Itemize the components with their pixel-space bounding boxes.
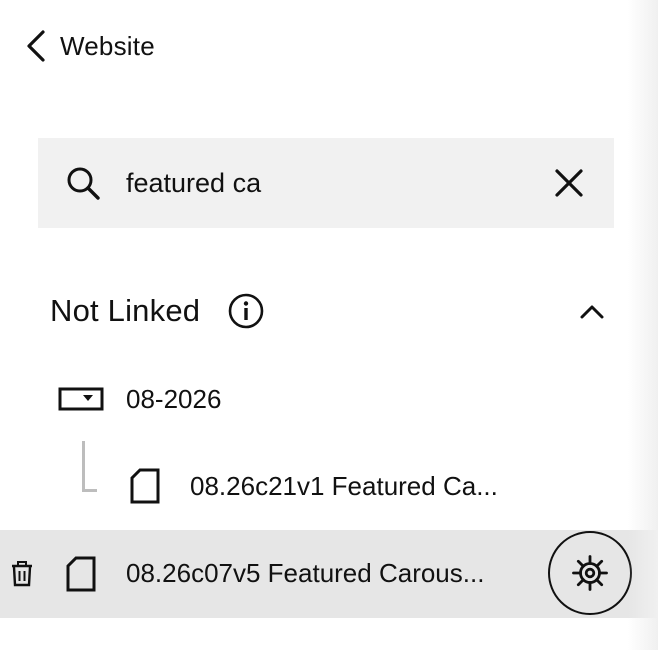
- section-title: Not Linked: [50, 293, 201, 328]
- selected-page-label: 08.26c07v5 Featured Carous...: [126, 558, 485, 588]
- page-icon: [66, 556, 96, 592]
- chevron-up-icon[interactable]: [574, 294, 610, 330]
- trash-icon[interactable]: [10, 561, 34, 587]
- page-item[interactable]: 08.26c21v1 Featured Ca...: [130, 462, 498, 510]
- info-icon[interactable]: [228, 293, 264, 329]
- search-bar: [38, 138, 614, 228]
- back-button[interactable]: Website: [24, 26, 155, 66]
- tree-connector: [82, 441, 97, 492]
- page-label: 08.26c21v1 Featured Ca...: [190, 470, 498, 501]
- selected-page-item[interactable]: 08.26c07v5 Featured Carous...: [0, 530, 658, 618]
- folder-dropdown-icon: [58, 387, 104, 411]
- close-icon[interactable]: [552, 166, 586, 200]
- pages-panel: Website Not Linked 08-2026: [0, 0, 658, 650]
- page-icon: [130, 468, 160, 504]
- section-header: Not Linked: [50, 285, 264, 337]
- folder-label: 08-2026: [126, 383, 222, 414]
- search-input[interactable]: [126, 160, 526, 206]
- gear-icon: [572, 555, 608, 591]
- folder-item[interactable]: 08-2026: [58, 375, 221, 423]
- search-icon: [67, 167, 100, 200]
- chevron-left-icon: [27, 30, 45, 62]
- back-label: Website: [60, 30, 155, 61]
- page-settings-button[interactable]: [548, 531, 632, 615]
